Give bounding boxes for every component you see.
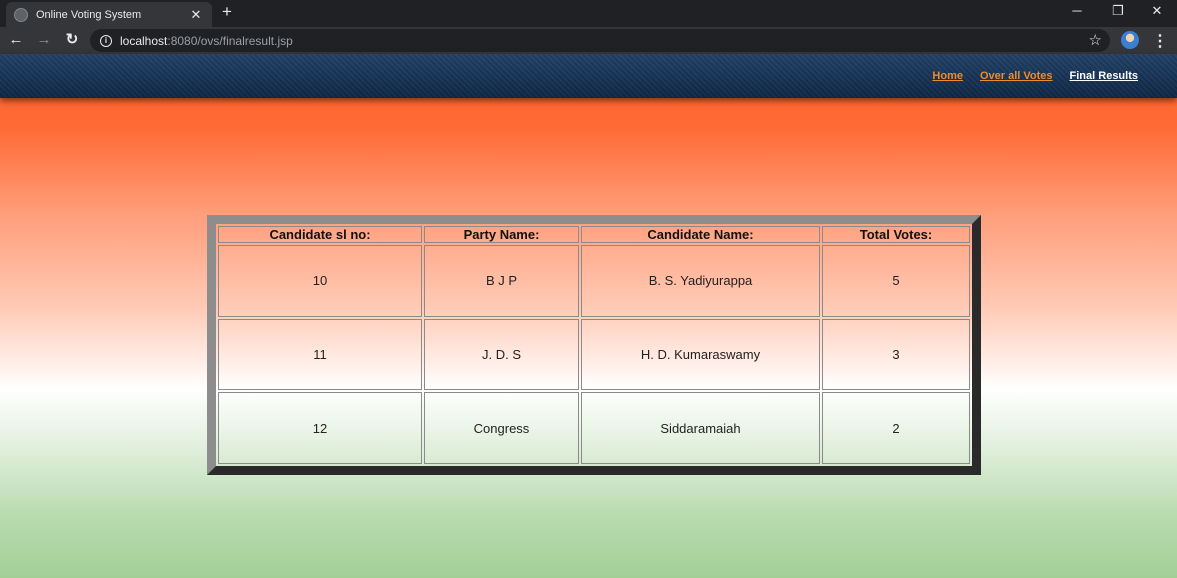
browser-tab-bar: Online Voting System ✕ + ─ ❐ ✕: [0, 0, 1177, 27]
cell-votes: 2: [822, 392, 970, 464]
cell-party: J. D. S: [424, 318, 579, 391]
cell-candidate: H. D. Kumaraswamy: [581, 318, 820, 391]
header-candidate-name: Candidate Name:: [581, 226, 820, 243]
close-icon[interactable]: ✕: [188, 7, 204, 23]
browser-toolbar: ← → ↻ i localhost :8080/ovs/finalresult.…: [0, 27, 1177, 54]
forward-icon[interactable]: →: [34, 30, 54, 50]
window-close-icon[interactable]: ✕: [1140, 0, 1174, 24]
nav-overall-votes-link[interactable]: Over all Votes: [980, 70, 1053, 82]
cell-candidate: Siddaramaiah: [581, 392, 820, 464]
cell-party: B J P: [424, 245, 579, 317]
info-icon[interactable]: i: [100, 34, 112, 47]
site-header: Home Over all Votes Final Results: [0, 54, 1177, 98]
browser-tab[interactable]: Online Voting System ✕: [6, 2, 212, 27]
cell-sl-no: 12: [218, 392, 422, 464]
header-candidate-sl-no: Candidate sl no:: [218, 226, 422, 243]
table-row: 11 J. D. S H. D. Kumaraswamy 3: [218, 318, 970, 391]
cell-sl-no: 10: [218, 245, 422, 317]
table-header-row: Candidate sl no: Party Name: Candidate N…: [218, 226, 970, 243]
reload-icon[interactable]: ↻: [62, 30, 82, 50]
table-row: 12 Congress Siddaramaiah 2: [218, 392, 970, 464]
header-total-votes: Total Votes:: [822, 226, 970, 243]
globe-icon: [14, 7, 28, 22]
back-icon[interactable]: ←: [6, 30, 26, 50]
restore-icon[interactable]: ❐: [1101, 0, 1135, 24]
minimize-icon[interactable]: ─: [1060, 0, 1094, 24]
tab-title: Online Voting System: [36, 8, 142, 21]
results-table-frame: Candidate sl no: Party Name: Candidate N…: [207, 215, 981, 475]
page-body: Home Over all Votes Final Results Candid…: [0, 54, 1177, 578]
plus-icon[interactable]: +: [222, 2, 232, 22]
main-nav: Home Over all Votes Final Results: [932, 70, 1138, 82]
nav-home-link[interactable]: Home: [932, 70, 963, 82]
cell-votes: 3: [822, 318, 970, 391]
cell-sl-no: 11: [218, 318, 422, 391]
address-bar[interactable]: i localhost :8080/ovs/finalresult.jsp ☆: [90, 29, 1110, 52]
avatar[interactable]: [1121, 31, 1139, 49]
url-host: localhost: [120, 33, 168, 48]
menu-icon[interactable]: ⋮: [1152, 31, 1168, 51]
cell-party: Congress: [424, 392, 579, 464]
star-icon[interactable]: ☆: [1089, 31, 1102, 49]
header-party-name: Party Name:: [424, 226, 579, 243]
cell-candidate: B. S. Yadiyurappa: [581, 245, 820, 317]
results-table: Candidate sl no: Party Name: Candidate N…: [216, 224, 972, 466]
cell-votes: 5: [822, 245, 970, 317]
nav-final-results-link[interactable]: Final Results: [1070, 70, 1138, 82]
table-row: 10 B J P B. S. Yadiyurappa 5: [218, 245, 970, 317]
url-path: :8080/ovs/finalresult.jsp: [167, 33, 293, 48]
